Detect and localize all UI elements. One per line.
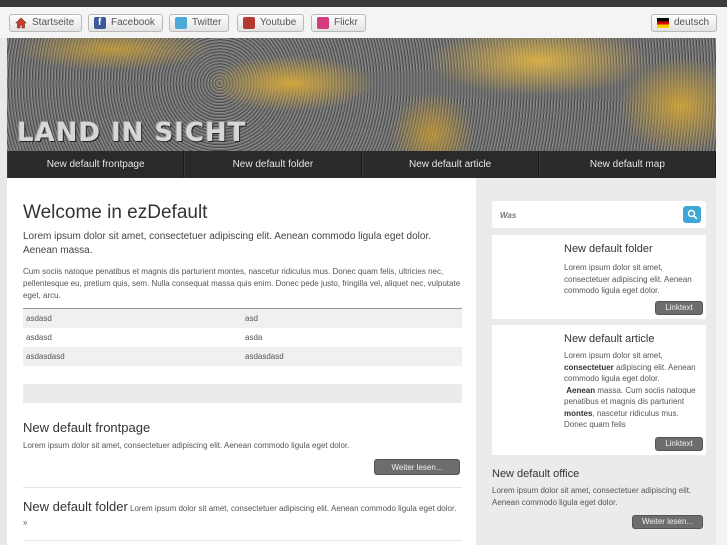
main-navigation: New default frontpage New default folder… — [7, 151, 716, 178]
table-row: asdasdasd asdasdasd — [23, 347, 462, 366]
facebook-button[interactable]: Facebook — [88, 14, 163, 32]
german-flag-icon — [657, 18, 669, 28]
divider — [23, 487, 462, 488]
youtube-label: Youtube — [260, 17, 297, 28]
sidebar-folder-title[interactable]: New default folder — [564, 243, 653, 255]
top-toolbar: Startseite Facebook Twitter Youtube Flic… — [0, 7, 727, 38]
nav-item-article[interactable]: New default article — [361, 151, 539, 178]
page-title: Welcome in ezDefault — [23, 202, 208, 223]
table-cell: asda — [245, 333, 263, 342]
header-banner: LAND IN SICHT — [7, 38, 716, 151]
startseite-button[interactable]: Startseite — [9, 14, 83, 32]
main-content: Welcome in ezDefault Lorem ipsum dolor s… — [7, 178, 476, 545]
nav-item-frontpage[interactable]: New default frontpage — [7, 151, 185, 178]
nav-item-folder[interactable]: New default folder — [184, 151, 362, 178]
home-icon — [15, 17, 27, 29]
startseite-label: Startseite — [32, 17, 75, 28]
grey-bar — [23, 384, 462, 403]
sidebar-folder-text: Lorem ipsum dolor sit amet, consectetuer… — [564, 263, 692, 295]
language-label: deutsch — [674, 17, 710, 28]
table-cell: asdasd — [26, 314, 52, 323]
sidebar: New default folder Lorem ipsum dolor sit… — [476, 178, 716, 545]
search-box — [492, 201, 706, 228]
table-cell: asd — [245, 314, 258, 323]
youtube-button[interactable]: Youtube — [237, 14, 305, 32]
youtube-icon — [243, 17, 255, 29]
twitter-icon — [175, 17, 187, 29]
sidebar-card-article: New default article Lorem ipsum dolor si… — [492, 325, 706, 455]
facebook-label: Facebook — [111, 17, 155, 28]
sidebar-article-title[interactable]: New default article — [564, 333, 655, 345]
search-input[interactable] — [500, 208, 670, 222]
search-icon — [687, 209, 698, 220]
folder-teaser: New default folder Lorem ipsum dolor sit… — [23, 500, 463, 530]
sidebar-office-read-more-button[interactable]: Weiter lesen... — [632, 515, 703, 529]
table-row: asdasd asd — [23, 309, 462, 328]
lead-text: Lorem ipsum dolor sit amet, consectetuer… — [23, 231, 432, 256]
folder-title[interactable]: New default folder — [23, 499, 128, 514]
search-button[interactable] — [683, 206, 701, 223]
nav-item-map[interactable]: New default map — [538, 151, 716, 178]
sidebar-article-link-button[interactable]: Linktext — [655, 437, 703, 451]
sidebar-office-text: Lorem ipsum dolor sit amet, consectetuer… — [492, 486, 692, 507]
flickr-button[interactable]: Flickr — [311, 14, 366, 32]
frontpage-read-more-button[interactable]: Weiter lesen... — [374, 459, 460, 475]
top-strip — [0, 0, 727, 7]
twitter-button[interactable]: Twitter — [169, 14, 230, 32]
banner-title: LAND IN SICHT — [17, 118, 247, 148]
facebook-icon — [94, 17, 106, 29]
flickr-label: Flickr — [334, 17, 358, 28]
sidebar-folder-link-button[interactable]: Linktext — [655, 301, 703, 315]
table-cell: asdasdasd — [245, 352, 284, 361]
language-button[interactable]: deutsch — [651, 14, 718, 32]
frontpage-title[interactable]: New default frontpage — [23, 420, 150, 435]
sidebar-office-title[interactable]: New default office — [492, 468, 579, 480]
body-text: Cum sociis natoque penatibus et magnis d… — [23, 267, 461, 300]
flickr-icon — [317, 17, 329, 29]
sidebar-card-folder: New default folder Lorem ipsum dolor sit… — [492, 235, 706, 319]
right-gutter — [716, 38, 727, 545]
data-table: asdasd asd asdasd asda asdasdasd asdasda… — [23, 308, 462, 366]
frontpage-text: Lorem ipsum dolor sit amet, consectetuer… — [23, 441, 350, 450]
table-row: asdasd asda — [23, 328, 462, 347]
table-cell: asdasd — [26, 333, 52, 342]
divider — [23, 540, 462, 541]
table-cell: asdasdasd — [26, 352, 65, 361]
twitter-label: Twitter — [192, 17, 222, 28]
sidebar-article-text: Lorem ipsum dolor sit amet, consectetuer… — [564, 351, 696, 429]
